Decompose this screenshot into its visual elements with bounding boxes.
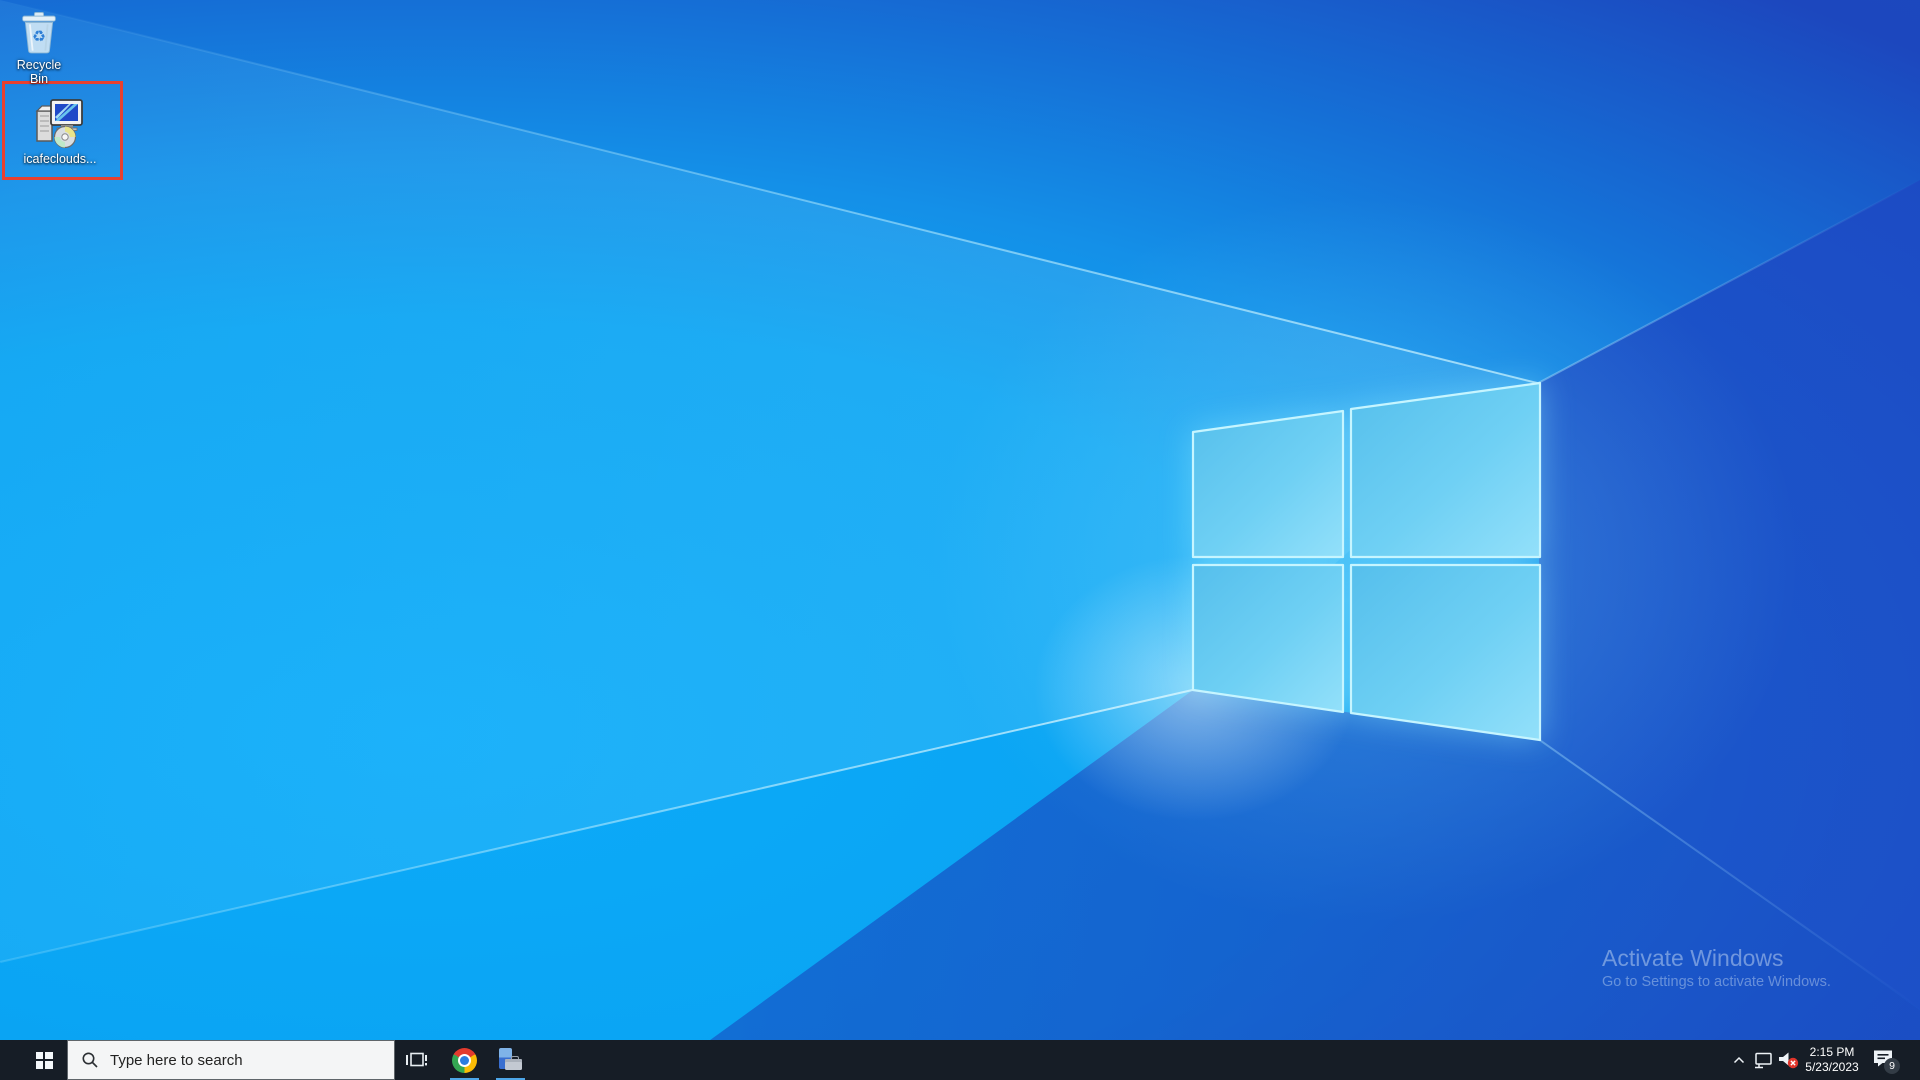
- tray-overflow-button[interactable]: [1727, 1040, 1751, 1080]
- windows-logo-icon: [35, 1051, 53, 1069]
- svg-text:♻: ♻: [32, 28, 46, 46]
- taskbar: 2:15 PM 5/23/2023 9: [0, 1040, 1920, 1080]
- chrome-taskbar-button[interactable]: [444, 1040, 484, 1080]
- search-input[interactable]: [108, 1050, 394, 1070]
- desktop-icon-icafeclouds-installer[interactable]: icafeclouds...: [18, 97, 102, 166]
- taskbar-search[interactable]: [67, 1040, 395, 1080]
- desktop-icon-recycle-bin[interactable]: ♻ Recycle Bin: [8, 10, 70, 86]
- start-button[interactable]: [0, 1040, 67, 1080]
- desktop-icon-label: icafeclouds...: [23, 152, 97, 166]
- watermark-subtitle: Go to Settings to activate Windows.: [1602, 974, 1831, 990]
- task-view-icon: [405, 1052, 427, 1067]
- activate-windows-watermark: Activate Windows Go to Settings to activ…: [1602, 944, 1831, 992]
- recycle-bin-icon: ♻: [22, 12, 56, 54]
- network-tray-button[interactable]: [1751, 1040, 1775, 1080]
- windows-desktop: ♻ Recycle Bin icafeclouds... Activate Wi…: [0, 0, 1920, 1080]
- taskbar-clock[interactable]: 2:15 PM 5/23/2023: [1802, 1040, 1862, 1080]
- clock-date: 5/23/2023: [1805, 1060, 1859, 1074]
- watermark-title: Activate Windows: [1602, 945, 1784, 971]
- windows-logo: [1191, 381, 1542, 742]
- task-view-button[interactable]: [396, 1040, 436, 1080]
- search-icon: [82, 1052, 98, 1068]
- chevron-up-icon: [1733, 1056, 1745, 1064]
- action-center-button[interactable]: 9: [1864, 1040, 1904, 1080]
- installer-app-icon: [497, 1047, 523, 1073]
- installer-icon: [35, 99, 83, 149]
- notification-badge: 9: [1884, 1058, 1900, 1074]
- chrome-icon: [451, 1047, 477, 1073]
- volume-tray-button[interactable]: [1775, 1040, 1802, 1080]
- installer-taskbar-button[interactable]: [490, 1040, 530, 1080]
- volume-muted-icon: [1779, 1052, 1799, 1069]
- desktop-icon-label: Recycle Bin: [16, 58, 62, 86]
- clock-time: 2:15 PM: [1809, 1045, 1855, 1059]
- network-icon: [1754, 1052, 1772, 1068]
